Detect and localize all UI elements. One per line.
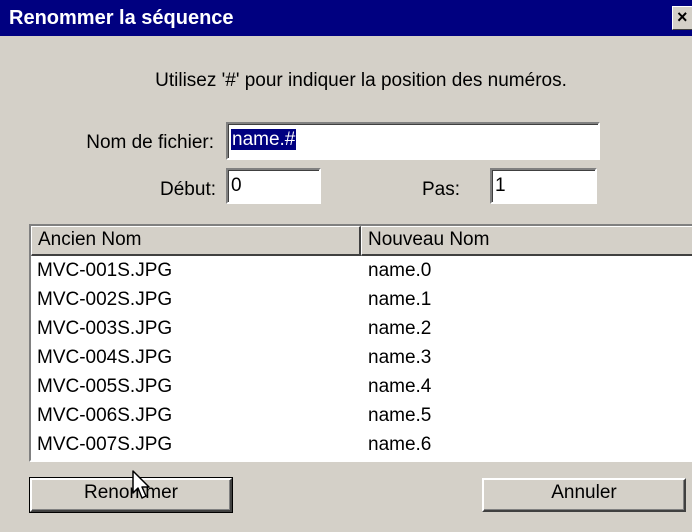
step-label: Pas:: [421, 179, 460, 200]
filename-value: name.#: [231, 129, 297, 150]
close-icon: ×: [677, 7, 688, 27]
new-name-cell[interactable]: name.5: [368, 404, 431, 428]
new-name-cell[interactable]: name.2: [368, 317, 431, 341]
close-button[interactable]: ×: [672, 6, 692, 30]
mouse-pointer-icon: [132, 470, 150, 499]
dialog-title: Renommer la séquence: [9, 7, 234, 29]
instruction-text: Utilisez '#' pour indiquer la position d…: [155, 70, 567, 91]
filename-label: Nom de fichier:: [86, 132, 214, 153]
old-name-cell[interactable]: MVC-002S.JPG: [37, 288, 172, 312]
step-value: 1: [495, 175, 506, 196]
new-name-cell[interactable]: name.3: [368, 346, 431, 370]
old-name-cell[interactable]: MVC-003S.JPG: [37, 317, 172, 341]
old-name-cell[interactable]: MVC-001S.JPG: [37, 259, 172, 283]
rename-list[interactable]: Ancien Nom Nouveau Nom MVC-001S.JPG name…: [29, 224, 692, 462]
title-bar[interactable]: Renommer la séquence ×: [0, 0, 692, 36]
old-name-cell[interactable]: MVC-004S.JPG: [37, 346, 172, 370]
cancel-button[interactable]: Annuler: [482, 478, 686, 512]
start-input[interactable]: 0: [226, 168, 321, 204]
start-value: 0: [231, 175, 242, 196]
old-name-cell[interactable]: MVC-007S.JPG: [37, 433, 172, 457]
step-input[interactable]: 1: [490, 168, 597, 204]
rename-button[interactable]: Renommer: [29, 477, 233, 513]
new-name-cell[interactable]: name.0: [368, 259, 431, 283]
old-name-cell[interactable]: MVC-006S.JPG: [37, 404, 172, 428]
new-name-cell[interactable]: name.6: [368, 433, 431, 457]
old-name-cell[interactable]: MVC-005S.JPG: [37, 375, 172, 399]
column-header-old-name[interactable]: Ancien Nom: [31, 226, 361, 256]
filename-input[interactable]: name.#: [226, 122, 600, 160]
new-name-cell[interactable]: name.4: [368, 375, 431, 399]
start-label: Début:: [160, 179, 216, 200]
column-header-new-name[interactable]: Nouveau Nom: [361, 226, 692, 256]
new-name-cell[interactable]: name.1: [368, 288, 431, 312]
